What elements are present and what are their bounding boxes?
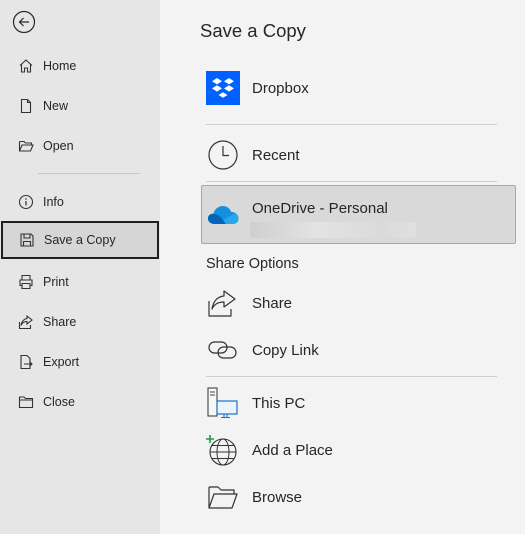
locations-divider xyxy=(206,376,497,377)
location-label: Recent xyxy=(252,146,300,164)
share-arrow-icon xyxy=(206,286,240,320)
back-arrow-icon xyxy=(12,10,36,34)
location-label: Dropbox xyxy=(252,79,309,97)
location-onedrive-personal[interactable]: OneDrive - Personal xyxy=(201,185,516,244)
home-icon xyxy=(17,57,35,75)
sidebar-item-share[interactable]: Share xyxy=(0,303,158,341)
sidebar-item-close[interactable]: Close xyxy=(0,383,158,421)
sidebar-item-label: Share xyxy=(43,315,77,329)
share-options-heading: Share Options xyxy=(206,256,299,272)
locations-divider xyxy=(206,181,497,182)
location-this-pc[interactable]: This PC xyxy=(202,381,517,425)
globe-add-icon xyxy=(206,433,240,467)
sidebar-item-save-a-copy[interactable]: Save a Copy xyxy=(1,221,159,259)
sidebar-item-label: Export xyxy=(43,355,80,369)
link-icon xyxy=(206,333,240,367)
folder-browse-icon xyxy=(206,480,240,514)
sidebar-item-label: New xyxy=(43,99,69,113)
sidebar-item-open[interactable]: Open xyxy=(0,127,158,165)
dropbox-icon xyxy=(206,71,240,105)
sidebar-item-label: Home xyxy=(43,59,77,73)
sidebar-item-info[interactable]: Info xyxy=(0,183,158,221)
share-option-share[interactable]: Share xyxy=(202,281,517,325)
print-icon xyxy=(17,273,35,291)
save-icon xyxy=(18,231,36,249)
sidebar-item-print[interactable]: Print xyxy=(0,263,158,301)
share-option-label: Share xyxy=(252,294,293,312)
info-icon xyxy=(17,193,35,211)
clock-icon xyxy=(206,138,240,172)
sidebar-divider xyxy=(38,173,140,174)
account-email-redacted xyxy=(250,222,416,238)
sidebar-item-label: Print xyxy=(43,275,69,289)
sidebar-item-export[interactable]: Export xyxy=(0,343,158,381)
location-label: This PC xyxy=(252,394,306,412)
onedrive-cloud-icon xyxy=(206,198,240,232)
sidebar-item-label: Save a Copy xyxy=(44,233,116,247)
sidebar-item-label: Open xyxy=(43,139,74,153)
sidebar-item-label: Close xyxy=(43,395,75,409)
close-folder-icon xyxy=(17,393,35,411)
open-folder-icon xyxy=(17,137,35,155)
backstage-sidebar: Home New Open Info Save a Copy Print Sha… xyxy=(0,0,160,534)
sidebar-item-label: Info xyxy=(43,195,64,209)
location-add-a-place[interactable]: Add a Place xyxy=(202,428,517,472)
location-recent[interactable]: Recent xyxy=(202,133,517,177)
page-title: Save a Copy xyxy=(200,20,306,41)
locations-divider xyxy=(206,124,497,125)
location-dropbox[interactable]: Dropbox xyxy=(202,66,517,110)
share-option-copy-link[interactable]: Copy Link xyxy=(202,328,517,372)
share-icon xyxy=(17,313,35,331)
new-document-icon xyxy=(17,97,35,115)
location-browse[interactable]: Browse xyxy=(202,475,517,519)
share-option-label: Copy Link xyxy=(252,341,319,359)
location-label: Add a Place xyxy=(252,441,333,459)
location-label: OneDrive - Personal xyxy=(252,200,388,217)
sidebar-item-home[interactable]: Home xyxy=(0,47,158,85)
sidebar-item-new[interactable]: New xyxy=(0,87,158,125)
save-a-copy-panel: Save a Copy Dropbox Recent OneDrive - Pe… xyxy=(160,0,525,534)
back-button[interactable] xyxy=(12,10,36,34)
location-label: Browse xyxy=(252,488,303,506)
export-icon xyxy=(17,353,35,371)
computer-icon xyxy=(206,386,240,420)
